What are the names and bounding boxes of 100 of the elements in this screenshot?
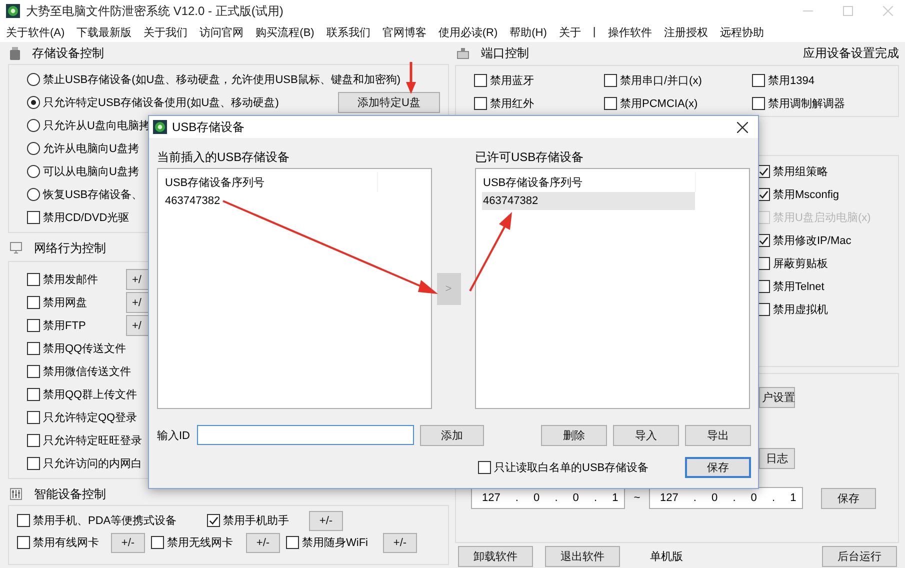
checkbox-label: 禁用Msconfig — [773, 188, 840, 202]
checkbox[interactable] — [17, 536, 30, 549]
checkbox[interactable] — [27, 342, 40, 355]
port-icon — [457, 48, 469, 58]
checkbox-label: 只允许特定QQ登录 — [43, 410, 138, 425]
list-row[interactable]: 463747382 — [164, 192, 377, 210]
checkbox[interactable] — [752, 97, 765, 110]
add-usb-button[interactable]: 添加特定U盘 — [338, 92, 440, 113]
section-title: 智能设备控制 — [34, 486, 106, 502]
add-button[interactable]: 添加 — [420, 424, 484, 446]
toggle-button[interactable]: +/- — [383, 532, 417, 552]
radio-button[interactable] — [27, 165, 40, 178]
checkbox[interactable] — [27, 457, 40, 470]
usb-drive-icon — [10, 46, 20, 60]
save-button[interactable]: 保存 — [821, 488, 876, 508]
ip-field[interactable]: 127 . 0 . 0 . 1 — [471, 487, 625, 509]
menu-item[interactable]: 联系我们 — [326, 24, 370, 40]
checkbox-label: 屏蔽剪贴板 — [773, 256, 828, 271]
import-button[interactable]: 导入 — [613, 424, 679, 446]
checkbox-label: 只让读取白名单的USB存储设备 — [494, 460, 649, 474]
close-icon[interactable] — [737, 122, 748, 132]
checkbox-label: 禁用随身WiFi — [302, 536, 368, 550]
checkbox[interactable] — [752, 74, 765, 87]
menu-item[interactable]: 远程协助 — [720, 24, 764, 40]
radio-button[interactable] — [27, 119, 40, 132]
checkbox[interactable] — [151, 536, 164, 549]
radio-button[interactable] — [27, 142, 40, 155]
menu-item[interactable]: 下载最新版 — [76, 24, 132, 40]
checkbox-label: 禁用网盘 — [43, 296, 87, 310]
radio-button[interactable] — [27, 73, 40, 86]
menu-item[interactable]: 关于 — [558, 24, 581, 40]
user-settings-button[interactable]: 户设置 — [759, 387, 795, 408]
checkbox[interactable] — [27, 273, 40, 286]
checkbox[interactable] — [604, 97, 617, 110]
checkbox-label: 禁用发邮件 — [43, 273, 98, 287]
checkbox[interactable] — [286, 536, 299, 549]
background-run-button[interactable]: 后台运行 — [822, 546, 897, 567]
list-label: 当前插入的USB存储设备 — [157, 148, 291, 166]
menu-item[interactable]: 使用必读(R) — [438, 24, 498, 40]
radio-button[interactable] — [27, 188, 40, 201]
menu-item[interactable]: 访问官网 — [200, 24, 244, 40]
radio-label: 允许从电脑向U盘拷 — [43, 142, 139, 156]
toggle-button[interactable]: +/- — [309, 510, 343, 530]
menu-item[interactable]: 关于我们 — [144, 24, 188, 40]
checkbox-label: 禁用手机助手 — [223, 514, 289, 528]
checkbox-label: 禁用微信传送文件 — [43, 364, 131, 379]
menu-item[interactable]: 关于软件(A) — [6, 24, 65, 40]
save-button[interactable]: 保存 — [685, 456, 751, 478]
checkbox-label: 禁用有线网卡 — [33, 536, 99, 550]
checkbox[interactable] — [27, 319, 40, 332]
checkbox-label: 禁用U盘启动电脑(x) — [773, 210, 871, 225]
checkbox-label: 禁用蓝牙 — [490, 74, 534, 88]
delete-button[interactable]: 删除 — [541, 424, 607, 446]
sliders-icon — [10, 488, 22, 500]
uninstall-button[interactable]: 卸载软件 — [458, 546, 533, 567]
checkbox[interactable] — [27, 211, 40, 224]
list-row[interactable]: 463747382 — [482, 192, 695, 210]
range-separator: ~ — [632, 492, 642, 504]
export-button[interactable]: 导出 — [685, 424, 751, 446]
checkbox-label: 只允许特定旺旺登录 — [43, 434, 142, 448]
checkbox[interactable] — [474, 97, 487, 110]
checkbox-label: 禁用1394 — [768, 74, 814, 88]
checkbox-label: 禁用组策略 — [773, 165, 828, 179]
list-label: 已许可USB存储设备 — [475, 148, 585, 166]
toggle-button[interactable]: +/- — [111, 532, 145, 552]
radio-button[interactable] — [27, 96, 40, 109]
menu-item[interactable]: 帮助(H) — [510, 24, 547, 40]
log-button[interactable]: 日志 — [759, 448, 795, 469]
monitor-icon — [10, 242, 22, 254]
checkbox[interactable] — [27, 388, 40, 401]
exit-button[interactable]: 退出软件 — [545, 546, 620, 567]
checkbox-label: 禁用PCMCIA(x) — [620, 97, 698, 111]
edition-label: 单机版 — [650, 550, 683, 564]
annotation-arrow — [406, 62, 416, 94]
checkbox-label: 禁用无线网卡 — [167, 536, 233, 550]
menu-item[interactable]: | — [592, 26, 596, 38]
menu-item[interactable]: 操作软件 — [608, 24, 652, 40]
checkbox-label: 禁用QQ群上传文件 — [43, 388, 138, 402]
checkbox-label: 禁用虚拟机 — [773, 302, 828, 317]
id-input-field[interactable] — [197, 425, 414, 445]
checkbox[interactable] — [474, 74, 487, 87]
checkbox[interactable] — [27, 411, 40, 424]
checkbox[interactable] — [478, 460, 491, 474]
radio-label: 恢复USB存储设备、 — [43, 188, 143, 202]
app-icon — [153, 120, 167, 134]
menu-item[interactable]: 官网博客 — [382, 24, 426, 40]
ip-field[interactable]: 127 . 0 . 0 . 1 — [649, 487, 803, 509]
checkbox-label: 只允许访问的内网白 — [43, 456, 142, 471]
id-label: 输入ID — [157, 428, 191, 442]
checkbox-label: 禁用Telnet — [773, 280, 824, 294]
checkbox[interactable] — [27, 296, 40, 309]
checkbox[interactable] — [27, 434, 40, 447]
checkbox[interactable] — [27, 365, 40, 378]
toggle-button[interactable]: +/- — [246, 532, 280, 552]
menu-item[interactable]: 购买流程(B) — [256, 24, 314, 40]
menu-item[interactable]: 注册授权 — [664, 24, 708, 40]
checkbox[interactable] — [207, 514, 220, 527]
checkbox[interactable] — [17, 514, 30, 527]
checkbox[interactable] — [604, 74, 617, 87]
radio-label: 禁止USB存储设备(如U盘、移动硬盘，允许使用USB鼠标、键盘和加密狗) — [43, 72, 401, 87]
